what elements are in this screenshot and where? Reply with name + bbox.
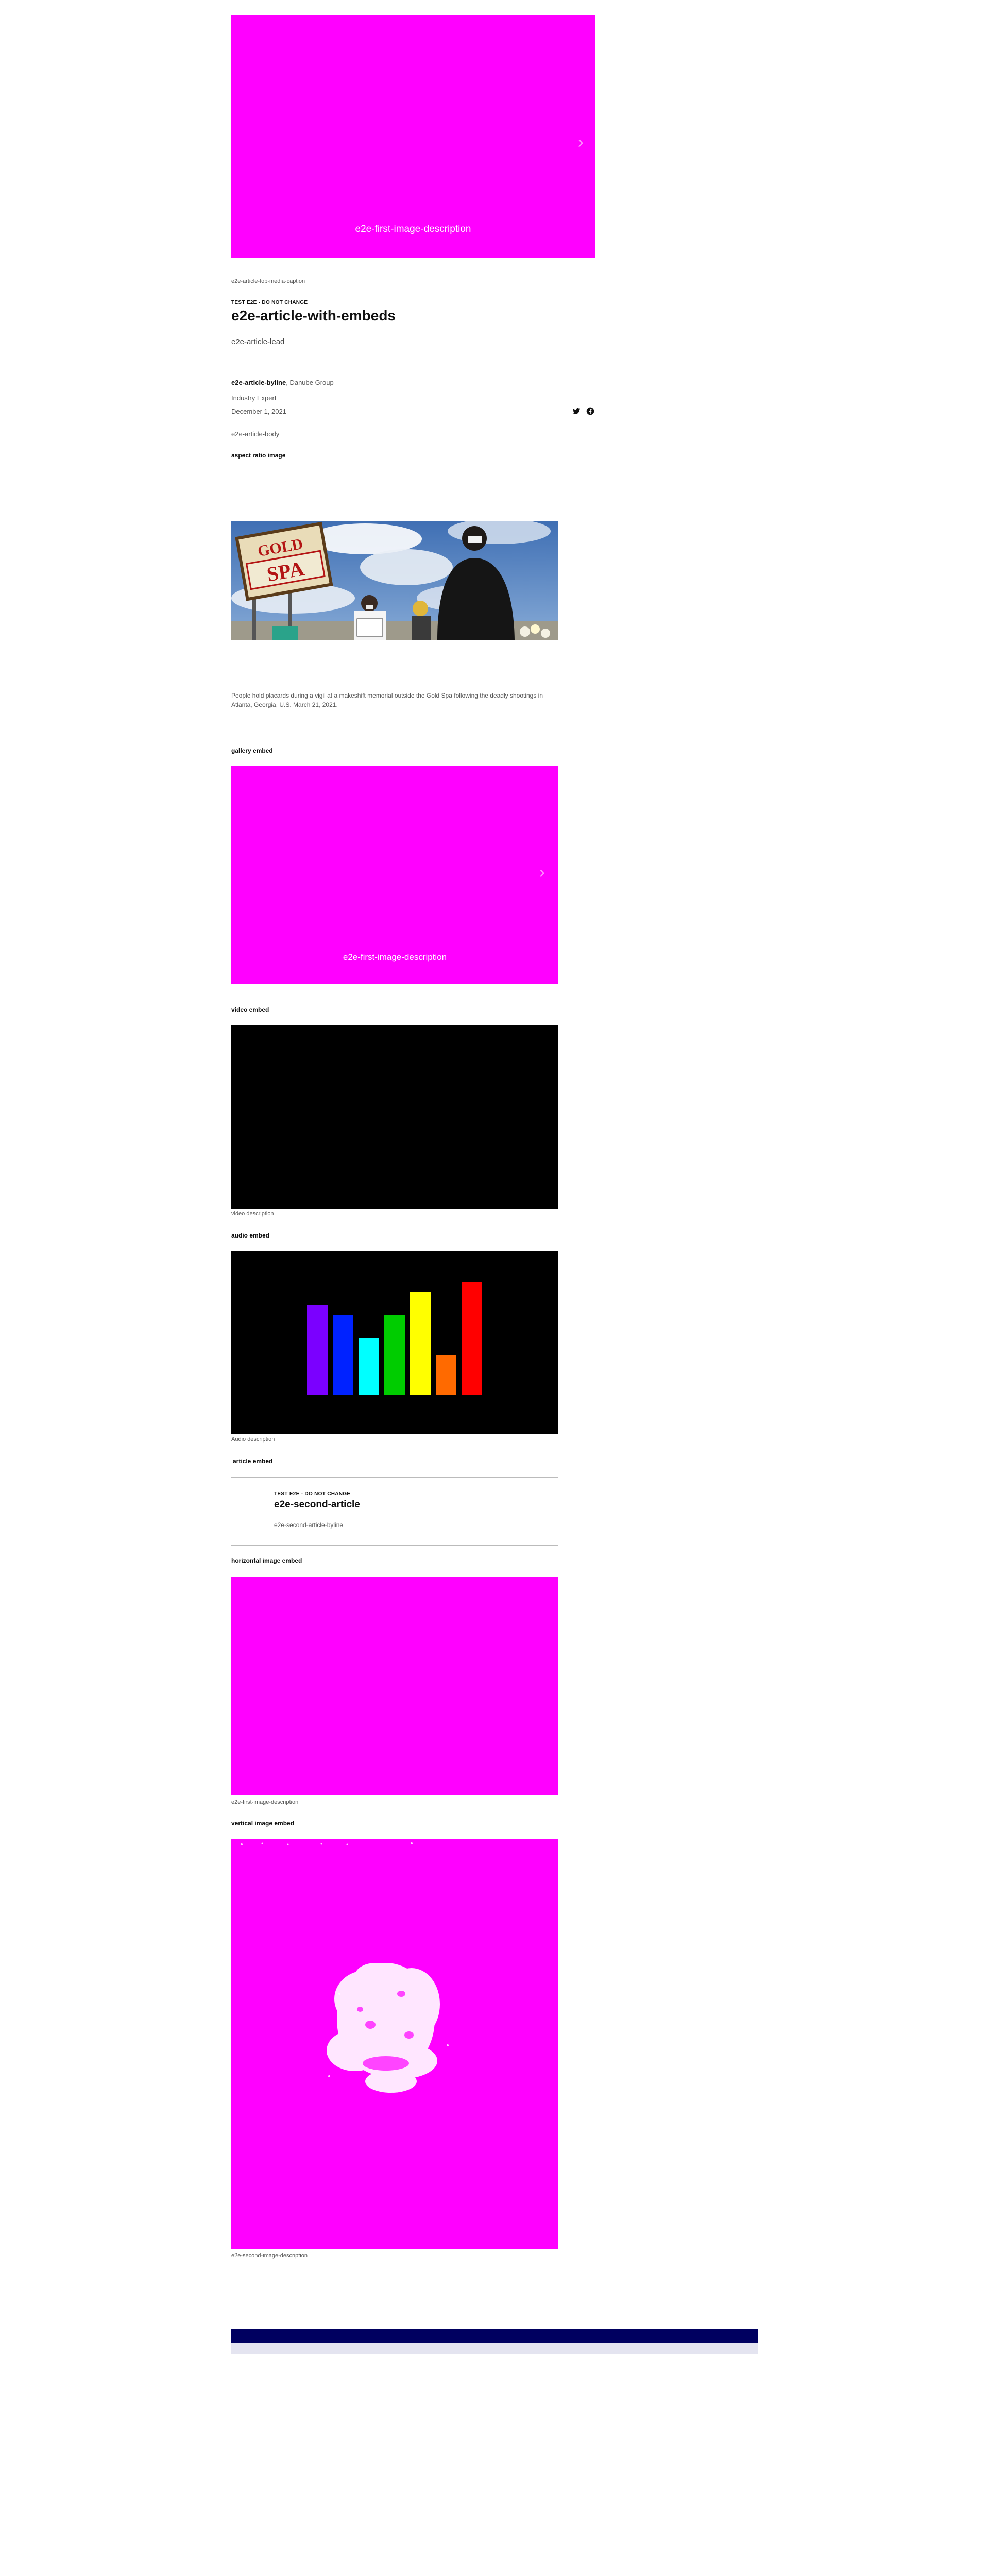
footer-sub-bar (231, 2343, 758, 2354)
audio-visualizer (307, 1282, 482, 1395)
audio-bar (384, 1315, 405, 1395)
video-label: video embed (231, 1006, 269, 1013)
vertical-image-label: vertical image embed (231, 1820, 295, 1827)
vigil-photo-illustration: GOLD SPA (231, 521, 558, 640)
hero-caption: e2e-article-top-media-caption (231, 278, 305, 284)
video-player[interactable] (231, 1025, 558, 1209)
gallery-image: › e2e-first-image-description (231, 766, 558, 984)
article-title: e2e-article-with-embeds (231, 308, 396, 324)
twitter-icon[interactable] (572, 407, 581, 415)
article-body: e2e-article-body (231, 430, 280, 438)
aspect-ratio-label: aspect ratio image (231, 452, 286, 459)
audio-bar (410, 1292, 431, 1395)
caption-line-1: People hold placards during a vigil at a… (231, 692, 543, 699)
hero-image-description: e2e-first-image-description (355, 224, 471, 234)
audio-player[interactable] (231, 1251, 558, 1434)
gallery-next-icon[interactable]: › (539, 863, 545, 881)
article-embed-label: article embed (233, 1458, 273, 1465)
audio-bar (307, 1305, 328, 1395)
gallery-image-description: e2e-first-image-description (343, 952, 447, 962)
aspect-ratio-caption: People hold placards during a vigil at a… (231, 692, 561, 708)
article-date: December 1, 2021 (231, 408, 286, 415)
byline-author-link[interactable]: e2e-article-byline (231, 379, 286, 386)
article-embed-bottom-divider (231, 1545, 558, 1546)
article-lead: e2e-article-lead (231, 337, 285, 346)
embedded-article-title[interactable]: e2e-second-article (274, 1499, 360, 1511)
audio-bar (359, 1338, 379, 1395)
article-kicker: TEST E2E - DO NOT CHANGE (231, 300, 308, 306)
audio-bar (333, 1315, 353, 1395)
horizontal-image-caption: e2e-first-image-description (231, 1799, 299, 1805)
byline-role: Industry Expert (231, 394, 277, 402)
article-byline: e2e-article-byline, Danube Group (231, 379, 334, 386)
embedded-article-kicker: TEST E2E - DO NOT CHANGE (274, 1491, 351, 1497)
horizontal-image-label: horizontal image embed (231, 1557, 302, 1564)
embedded-article-byline: e2e-second-article-byline (274, 1521, 344, 1529)
gallery-next-icon[interactable]: › (578, 133, 584, 151)
caption-line-2: Atlanta, Georgia, U.S. March 21, 2021. (231, 701, 338, 708)
vertical-image (231, 1839, 558, 2249)
audio-description: Audio description (231, 1436, 275, 1443)
vertical-image-illustration (241, 1842, 449, 2093)
facebook-icon[interactable] (586, 407, 594, 415)
footer-bar (231, 2329, 758, 2343)
audio-bar (436, 1355, 456, 1395)
audio-bar (462, 1282, 482, 1395)
vertical-image-caption: e2e-second-image-description (231, 2252, 308, 2259)
horizontal-image (231, 1577, 558, 1795)
hero-image: › e2e-first-image-description (231, 15, 595, 258)
video-description: video description (231, 1211, 274, 1217)
gallery-label: gallery embed (231, 747, 273, 754)
audio-label: audio embed (231, 1232, 270, 1239)
byline-org: Danube Group (289, 379, 334, 386)
vigil-photo: GOLD SPA (231, 521, 558, 640)
article-embed-top-divider (231, 1477, 558, 1478)
